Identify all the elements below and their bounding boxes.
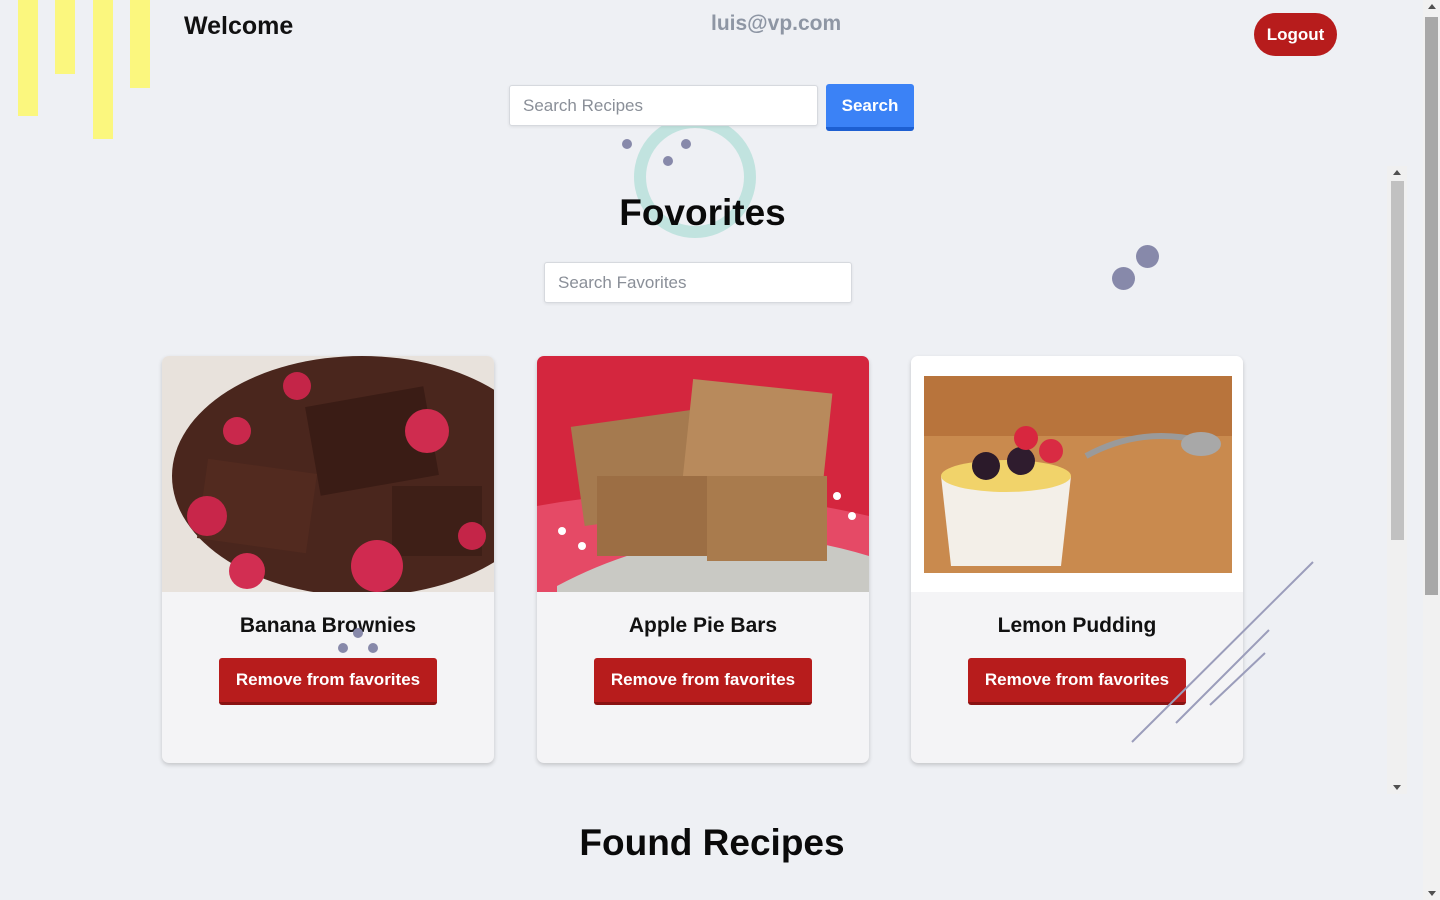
scroll-down-arrow-icon[interactable] [1428, 891, 1436, 896]
page-scrollbar[interactable] [1423, 0, 1440, 900]
decor-dot [681, 139, 691, 149]
inner-scrollbar[interactable] [1387, 166, 1407, 794]
found-recipes-heading: Found Recipes [579, 822, 845, 863]
search-recipes-input[interactable] [509, 85, 818, 126]
decor-bar [93, 0, 113, 139]
user-email: luis@vp.com [711, 12, 842, 35]
recipe-card: Banana Brownies Remove from favorites [162, 356, 494, 763]
recipe-card: Apple Pie Bars Remove from favorites [537, 356, 869, 763]
recipe-image [911, 356, 1243, 592]
recipe-title: Banana Brownies [239, 614, 417, 637]
decor-dot [368, 643, 378, 653]
logout-button[interactable]: Logout [1254, 13, 1337, 56]
search-button[interactable]: Search [826, 84, 914, 131]
decor-lines [1131, 561, 1314, 743]
scrollbar-thumb[interactable] [1425, 17, 1438, 595]
recipe-image [537, 356, 869, 592]
scroll-up-arrow-icon[interactable] [1428, 4, 1436, 9]
decor-bar [55, 0, 75, 74]
favorites-heading: Fovorites [619, 192, 786, 233]
decor-dot [338, 643, 348, 653]
decor-dot [353, 628, 363, 638]
scroll-down-arrow-icon[interactable] [1393, 785, 1401, 790]
decor-bar [18, 0, 38, 116]
scroll-up-arrow-icon[interactable] [1393, 170, 1401, 175]
decor-dot [663, 156, 673, 166]
remove-from-favorites-button[interactable]: Remove from favorites [594, 658, 812, 705]
decor-bar [130, 0, 150, 88]
decor-dot [622, 139, 632, 149]
search-favorites-input[interactable] [544, 262, 852, 303]
recipe-image [162, 356, 494, 592]
decor-dot [1136, 245, 1159, 268]
recipe-title: Apple Pie Bars [628, 614, 778, 637]
welcome-heading: Welcome [184, 12, 294, 40]
decor-dot [1112, 267, 1135, 290]
scrollbar-thumb[interactable] [1391, 181, 1404, 540]
remove-from-favorites-button[interactable]: Remove from favorites [219, 658, 437, 705]
